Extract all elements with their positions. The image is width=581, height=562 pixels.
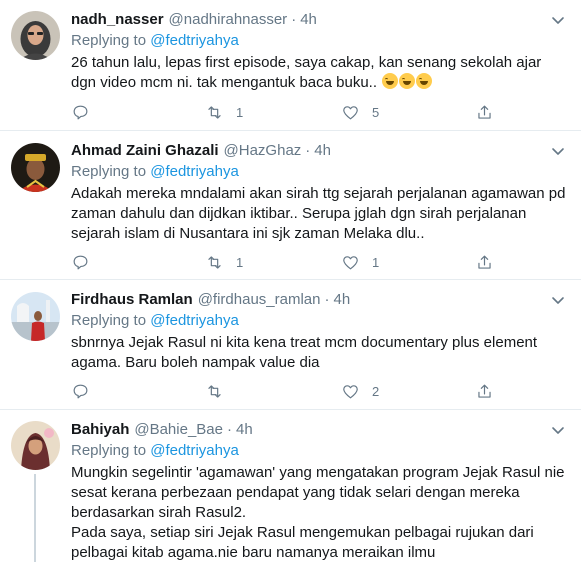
tweet-text-paragraph: Pada saya, setiap siri Jejak Rasul menge… [71, 524, 534, 561]
reply-icon [73, 255, 88, 269]
retweet-button[interactable]: 1 [205, 251, 243, 273]
timestamp[interactable]: 4h [236, 419, 253, 441]
replying-to-label: Replying to [71, 312, 147, 329]
retweet-button[interactable]: 1 [205, 101, 243, 123]
replying-to: Replying to @fedtriyahya [71, 441, 567, 461]
separator-dot: · [324, 291, 330, 308]
replying-to: Replying to @fedtriyahya [71, 311, 567, 331]
tweet-text: Mungkin segelintir 'agamawan' yang menga… [71, 463, 567, 562]
share-icon [478, 384, 491, 398]
sweat-smile-emoji-icon [399, 73, 416, 89]
avatar[interactable] [11, 143, 60, 192]
chevron-down-icon[interactable] [549, 11, 567, 29]
share-icon [478, 255, 491, 269]
heart-icon [343, 384, 358, 398]
separator-dot: · [226, 421, 232, 438]
heart-icon [343, 105, 358, 119]
reply-button[interactable] [71, 251, 102, 273]
like-count: 5 [372, 104, 380, 120]
reply-button[interactable] [71, 101, 102, 123]
replying-to-mention[interactable]: @fedtriyahya [150, 32, 239, 49]
replying-to-mention[interactable]: @fedtriyahya [150, 442, 239, 459]
tweet-text-paragraph: 26 tahun lalu, lepas first episode, saya… [71, 54, 542, 91]
retweet-icon [208, 105, 221, 119]
share-button[interactable] [475, 251, 494, 273]
share-icon [478, 105, 491, 119]
avatar[interactable] [11, 11, 60, 60]
timestamp[interactable]: 4h [314, 140, 331, 162]
tweet[interactable]: nadh_nasser @nadhirahnasser · 4h Replyin… [0, 0, 581, 131]
author-name[interactable]: Bahiyah [71, 419, 129, 441]
sweat-smile-emoji-icon [382, 73, 399, 89]
avatar[interactable] [11, 292, 60, 341]
share-button[interactable] [475, 101, 494, 123]
tweet-text: sbnrnya Jejak Rasul ni kita kena treat m… [71, 333, 567, 373]
heart-icon [343, 255, 358, 269]
author-handle[interactable]: @Bahie_Bae [134, 419, 223, 441]
tweet-text-paragraph: sbnrnya Jejak Rasul ni kita kena treat m… [71, 334, 538, 371]
tweet[interactable]: Ahmad Zaini Ghazali @HazGhaz · 4h Replyi… [0, 131, 581, 280]
reply-button[interactable] [71, 380, 102, 402]
retweet-icon [208, 255, 221, 269]
replying-to-label: Replying to [71, 442, 147, 459]
share-button[interactable] [475, 380, 494, 402]
replying-to-label: Replying to [71, 163, 147, 180]
tweet-actions: 1 1 [71, 251, 511, 273]
like-button[interactable]: 5 [341, 101, 379, 123]
reply-icon [73, 105, 88, 119]
chevron-down-icon[interactable] [549, 421, 567, 439]
thread-line [34, 474, 36, 562]
tweet-actions: 1 5 [71, 101, 511, 123]
like-count: 1 [372, 254, 380, 270]
replying-to: Replying to @fedtriyahya [71, 162, 567, 182]
chevron-down-icon[interactable] [549, 142, 567, 160]
author-handle[interactable]: @nadhirahnasser [169, 9, 288, 31]
tweet-actions: 2 [71, 380, 511, 402]
retweet-icon [208, 384, 221, 398]
sweat-smile-emoji-icon [416, 73, 433, 89]
separator-dot: · [305, 142, 311, 159]
replying-to-mention[interactable]: @fedtriyahya [150, 312, 239, 329]
author-name[interactable]: Firdhaus Ramlan [71, 289, 193, 311]
replying-to-mention[interactable]: @fedtriyahya [150, 163, 239, 180]
tweet[interactable]: Bahiyah @Bahie_Bae · 4h Replying to @fed… [0, 410, 581, 562]
like-count: 2 [372, 383, 380, 399]
like-button[interactable]: 1 [341, 251, 379, 273]
timestamp[interactable]: 4h [334, 289, 351, 311]
avatar[interactable] [11, 421, 60, 470]
author-handle[interactable]: @firdhaus_ramlan [198, 289, 321, 311]
replying-to-label: Replying to [71, 32, 147, 49]
tweet-text-paragraph: Adakah mereka mndalami akan sirah ttg se… [71, 185, 566, 242]
tweet-text: Adakah mereka mndalami akan sirah ttg se… [71, 184, 567, 244]
retweet-button[interactable] [205, 380, 236, 402]
author-name[interactable]: nadh_nasser [71, 9, 164, 31]
like-button[interactable]: 2 [341, 380, 379, 402]
replying-to: Replying to @fedtriyahya [71, 31, 567, 51]
chevron-down-icon[interactable] [549, 291, 567, 309]
retweet-count: 1 [236, 104, 244, 120]
tweet-text-paragraph: Mungkin segelintir 'agamawan' yang menga… [71, 464, 565, 521]
tweet[interactable]: Firdhaus Ramlan @firdhaus_ramlan · 4h Re… [0, 280, 581, 410]
author-handle[interactable]: @HazGhaz [224, 140, 302, 162]
author-name[interactable]: Ahmad Zaini Ghazali [71, 140, 219, 162]
reply-icon [73, 384, 88, 398]
retweet-count: 1 [236, 254, 244, 270]
tweet-text: 26 tahun lalu, lepas first episode, saya… [71, 53, 567, 93]
timestamp[interactable]: 4h [300, 9, 317, 31]
separator-dot: · [291, 11, 297, 28]
